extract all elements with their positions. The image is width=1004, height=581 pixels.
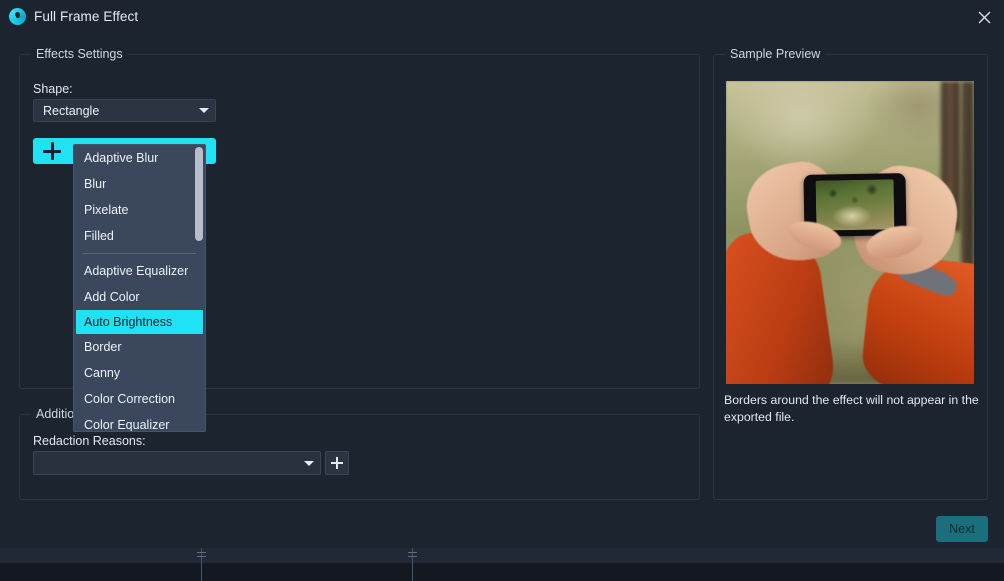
- next-button[interactable]: Next: [936, 516, 988, 542]
- background-toolbar-strip: [0, 548, 1004, 563]
- effect-option[interactable]: Adaptive Equalizer: [74, 258, 205, 284]
- sample-preview-image: [726, 81, 974, 384]
- sample-preview-legend: Sample Preview: [725, 47, 826, 61]
- plus-icon: [43, 142, 61, 160]
- effect-option[interactable]: Canny: [74, 360, 205, 386]
- dialog-title: Full Frame Effect: [34, 9, 139, 24]
- effect-option[interactable]: Filled: [74, 223, 205, 249]
- effect-option[interactable]: Color Equalizer: [74, 412, 205, 431]
- chevron-down-icon: [298, 460, 320, 466]
- background-tick-2: [408, 552, 417, 561]
- effect-option[interactable]: Adaptive Blur: [74, 145, 205, 171]
- background-tick-1: [197, 552, 206, 561]
- vertical-scrollbar[interactable]: [195, 147, 203, 431]
- effect-option[interactable]: Border: [74, 334, 205, 360]
- dropdown-separator: [83, 253, 196, 254]
- effect-option[interactable]: Pixelate: [74, 197, 205, 223]
- full-frame-effect-dialog: Full Frame Effect Effects Settings Shape…: [0, 0, 1004, 548]
- shape-label: Shape:: [33, 82, 73, 96]
- effect-option[interactable]: Color Correction: [74, 386, 205, 412]
- screen-root: Full Frame Effect Effects Settings Shape…: [0, 0, 1004, 581]
- swirl-logo-icon: [9, 8, 26, 25]
- effect-option[interactable]: Blur: [74, 171, 205, 197]
- next-button-label: Next: [949, 522, 975, 536]
- redaction-reasons-label: Redaction Reasons:: [33, 434, 146, 448]
- effect-dropdown-list[interactable]: Adaptive Blur Blur Pixelate Filled Adaptive …: [73, 144, 206, 432]
- effect-option[interactable]: Auto Brightness: [76, 310, 203, 334]
- background-timeline-strip: [0, 563, 1004, 581]
- add-redaction-reason-button[interactable]: [325, 451, 349, 475]
- preview-caption: Borders around the effect will not appea…: [724, 393, 979, 424]
- scrollbar-thumb[interactable]: [195, 147, 203, 241]
- close-icon[interactable]: [970, 4, 998, 30]
- redaction-reasons-select[interactable]: [33, 451, 321, 475]
- chevron-down-icon: [193, 108, 215, 113]
- effects-settings-legend: Effects Settings: [31, 47, 128, 61]
- shape-select-value: Rectangle: [43, 103, 100, 118]
- dialog-titlebar: Full Frame Effect: [0, 0, 1004, 33]
- shape-select[interactable]: Rectangle: [33, 99, 216, 122]
- effect-option[interactable]: Add Color: [74, 284, 205, 310]
- plus-icon: [331, 457, 343, 469]
- effect-dropdown-items: Adaptive Blur Blur Pixelate Filled Adaptive …: [74, 145, 205, 431]
